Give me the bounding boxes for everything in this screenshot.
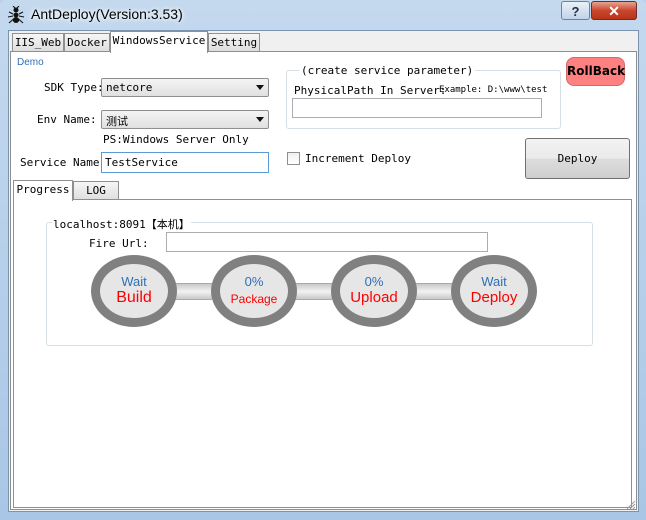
tab-log[interactable]: LOG <box>73 181 119 200</box>
step-connector <box>172 283 212 300</box>
step-connector <box>292 283 332 300</box>
step-deploy: Wait Deploy <box>451 255 537 327</box>
step-status: Wait <box>121 274 147 289</box>
step-name: Deploy <box>470 289 518 306</box>
env-name-select[interactable]: 测试 <box>101 110 269 129</box>
step-name: Package <box>230 292 278 306</box>
window-title: AntDeploy(Version:3.53) <box>31 6 183 22</box>
param-group-title: (create service parameter) <box>299 64 476 77</box>
sdk-type-value: netcore <box>106 81 153 94</box>
rollback-button[interactable]: RollBack <box>566 57 625 86</box>
env-name-value: 测试 <box>106 115 128 128</box>
tab-iis-web[interactable]: IIS_Web <box>12 33 64 51</box>
step-connector <box>412 283 452 300</box>
chevron-down-icon <box>256 85 264 90</box>
close-button[interactable]: ✕ <box>591 1 637 20</box>
increment-deploy-checkbox[interactable] <box>287 152 300 165</box>
physical-path-example: Example: D:\www\test <box>439 85 548 95</box>
step-build: Wait Build <box>91 255 177 327</box>
step-status: 0% <box>244 274 264 289</box>
title-bar[interactable]: AntDeploy(Version:3.53) ? ✕ <box>0 0 646 30</box>
tab-setting[interactable]: Setting <box>208 33 260 51</box>
fire-url-input[interactable] <box>166 232 488 252</box>
tab-windows-service[interactable]: WindowsService <box>110 31 208 53</box>
fire-url-label: Fire Url: <box>89 237 149 250</box>
server-title: localhost:8091【本机】 <box>52 216 191 232</box>
physical-path-label: PhysicalPath In Server: <box>294 84 447 97</box>
demo-label: Demo <box>17 57 44 68</box>
tab-docker[interactable]: Docker <box>64 33 110 51</box>
step-upload: 0% Upload <box>331 255 417 327</box>
sdk-type-label: SDK Type: <box>44 81 104 94</box>
help-button[interactable]: ? <box>561 1 590 20</box>
step-package: 0% Package <box>211 255 297 327</box>
increment-deploy-label: Increment Deploy <box>305 152 411 165</box>
ant-icon <box>7 6 25 24</box>
service-name-label: Service Name: <box>20 156 107 169</box>
service-name-input[interactable]: TestService <box>101 152 269 173</box>
physical-path-input[interactable] <box>292 98 542 118</box>
resize-grip-icon[interactable] <box>626 500 636 510</box>
step-status: 0% <box>364 274 384 289</box>
chevron-down-icon <box>256 117 264 122</box>
step-name: Upload <box>350 289 398 306</box>
sdk-type-select[interactable]: netcore <box>101 78 269 97</box>
tab-progress[interactable]: Progress <box>13 180 73 201</box>
env-hint: PS:Windows Server Only <box>103 133 249 146</box>
service-name-value: TestService <box>105 156 178 169</box>
env-name-label: Env Name: <box>37 113 97 126</box>
step-name: Build <box>116 289 152 306</box>
step-status: Wait <box>481 274 507 289</box>
deploy-button[interactable]: Deploy <box>525 138 630 179</box>
